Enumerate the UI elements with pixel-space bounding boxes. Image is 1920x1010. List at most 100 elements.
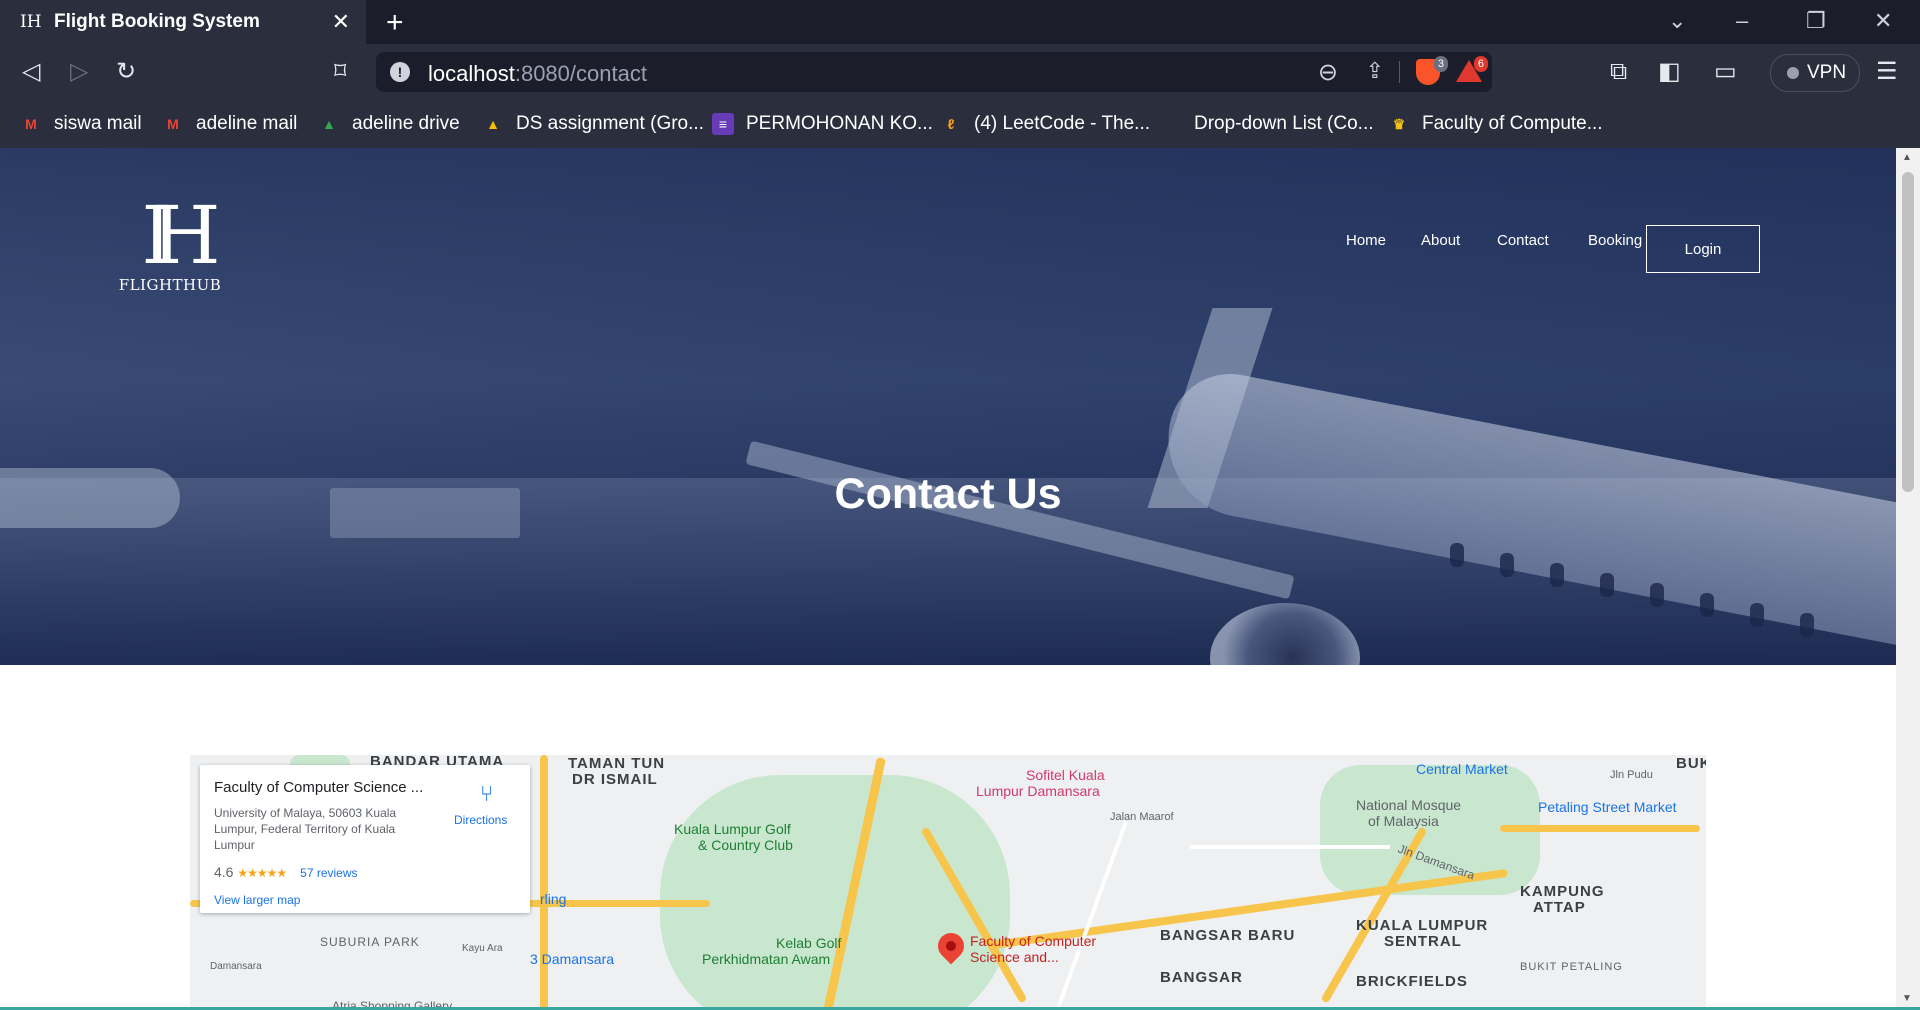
leetcode-icon: ℓ <box>947 116 955 132</box>
airplane-window <box>1550 563 1564 587</box>
logo-text: FLIGHTHUB <box>118 276 222 294</box>
map-label: BANGSAR BARU <box>1160 927 1296 944</box>
back-icon[interactable]: ◁ <box>22 56 40 88</box>
google-map-embed[interactable]: BANDAR UTAMA TAMAN TUN DR ISMAIL Kuala L… <box>190 755 1706 1010</box>
map-pin-label: Science and... <box>970 949 1059 965</box>
url-text[interactable]: localhost:8080/contact <box>428 61 647 87</box>
flighthub-favicon-icon: IH <box>20 12 42 32</box>
site-logo[interactable]: IH FLIGHTHUB <box>118 189 222 295</box>
bookmark-label: Drop-down List (Co... <box>1194 113 1374 134</box>
bookmarks-bar: M siswa mail M adeline mail ▲ adeline dr… <box>0 100 1920 148</box>
page-title: Contact Us <box>834 470 1062 518</box>
tab-strip: IH Flight Booking System ✕ + ⌄ – ❐ ✕ <box>0 0 1920 44</box>
map-place-card: Faculty of Computer Science ... Universi… <box>200 765 530 913</box>
vpn-label: VPN <box>1807 62 1847 83</box>
window-close-icon[interactable]: ✕ <box>1874 8 1892 34</box>
map-label: SENTRAL <box>1384 933 1462 950</box>
site-info-icon[interactable]: ! <box>390 62 410 82</box>
map-label: Petaling Street Market <box>1538 799 1677 815</box>
map-label: BRICKFIELDS <box>1356 973 1468 990</box>
bookmark-leetcode[interactable]: ℓ (4) LeetCode - The... <box>940 108 1150 140</box>
airplane-window <box>1800 613 1814 637</box>
map-road <box>1500 825 1700 832</box>
bookmark-faculty[interactable]: ♛ Faculty of Compute... <box>1388 108 1603 140</box>
nav-booking[interactable]: Booking <box>1588 232 1642 249</box>
bookmark-adeline-drive[interactable]: ▲ adeline drive <box>318 108 460 140</box>
airplane-window <box>1450 543 1464 567</box>
nav-about[interactable]: About <box>1421 232 1460 249</box>
bookmark-icon[interactable]: ⌑ <box>334 56 346 88</box>
login-button[interactable]: Login <box>1646 225 1760 273</box>
reviews-link[interactable]: 57 reviews <box>300 866 357 880</box>
map-label: & Country Club <box>698 837 793 853</box>
zoom-icon[interactable]: ⊖ <box>1318 58 1338 87</box>
bookmark-siswa-mail[interactable]: M siswa mail <box>20 108 142 140</box>
map-label: KUALA LUMPUR <box>1356 917 1489 934</box>
airplane-window <box>1700 593 1714 617</box>
vpn-status-icon <box>1787 67 1799 79</box>
map-label: BANGSAR <box>1160 969 1243 986</box>
map-label: Jalan Maarof <box>1110 811 1174 823</box>
bookmark-label: adeline drive <box>352 113 460 134</box>
airplane-window <box>1650 583 1664 607</box>
nav-home[interactable]: Home <box>1346 232 1386 249</box>
extensions-icon[interactable]: ⧉ <box>1610 56 1627 88</box>
page-scrollbar[interactable]: ▲ ▼ <box>1896 148 1920 1010</box>
map-label: of Malaysia <box>1368 813 1439 829</box>
directions-link[interactable]: Directions <box>454 813 507 827</box>
bookmark-label: siswa mail <box>54 113 142 134</box>
map-label: Kayu Ara <box>462 943 503 954</box>
restore-icon[interactable]: ❐ <box>1806 8 1826 34</box>
map-label: Kuala Lumpur Golf <box>674 821 791 837</box>
map-label: Sofitel Kuala <box>1026 767 1105 783</box>
map-label: Kelab Golf <box>776 935 842 951</box>
bookmark-label: Faculty of Compute... <box>1422 113 1603 134</box>
forward-icon[interactable]: ▷ <box>70 56 88 88</box>
map-label: DR ISMAIL <box>572 771 658 788</box>
bookmark-ds-assignment[interactable]: ▲ DS assignment (Gro... <box>482 108 704 140</box>
tab-title: Flight Booking System <box>54 11 260 32</box>
map-label: rling <box>540 891 567 907</box>
bookmark-dropdown-list[interactable]: Drop-down List (Co... <box>1194 108 1374 140</box>
google-drive-icon: ▲ <box>486 116 500 132</box>
address-bar[interactable]: ! localhost:8080/contact ⊖ ⇪ 3 6 <box>376 52 1492 92</box>
map-label: BUKIT PETALING <box>1520 961 1623 973</box>
map-pin-label: Faculty of Computer <box>970 933 1097 949</box>
view-larger-map-link[interactable]: View larger map <box>214 893 300 907</box>
bookmark-label: adeline mail <box>196 113 298 134</box>
new-tab-icon[interactable]: + <box>386 6 404 40</box>
tab-active[interactable]: IH Flight Booking System ✕ <box>0 0 366 44</box>
flighthub-logo-mark: IH <box>141 189 220 282</box>
tab-search-chevron-icon[interactable]: ⌄ <box>1668 8 1686 34</box>
map-label: Perkhidmatan Awam <box>702 951 831 967</box>
scrollbar-thumb[interactable] <box>1902 172 1914 492</box>
map-label: Central Market <box>1416 761 1508 777</box>
reload-icon[interactable]: ↻ <box>116 56 136 88</box>
scroll-up-icon[interactable]: ▲ <box>1902 152 1912 163</box>
share-icon[interactable]: ⇪ <box>1366 58 1384 84</box>
bookmark-adeline-mail[interactable]: M adeline mail <box>162 108 297 140</box>
browser-toolbar: ◁ ▷ ↻ ⌑ ! localhost:8080/contact ⊖ ⇪ 3 6… <box>0 44 1920 100</box>
url-path: :8080/contact <box>514 61 647 86</box>
map-label: SUBURIA PARK <box>320 935 420 949</box>
nav-contact[interactable]: Contact <box>1497 232 1549 249</box>
bookmark-label: (4) LeetCode - The... <box>974 113 1151 134</box>
gmail-icon: M <box>167 116 179 132</box>
place-rating: 4.6 ★★★★★ 57 reviews <box>214 864 358 880</box>
google-drive-icon: ▲ <box>322 116 336 132</box>
rating-value: 4.6 <box>214 864 234 880</box>
wallet-icon[interactable]: ▭ <box>1714 56 1737 88</box>
vpn-button[interactable]: VPN <box>1770 54 1860 92</box>
shields-count-badge: 3 <box>1433 56 1448 72</box>
map-label: ATTAP <box>1533 899 1586 916</box>
sidebar-icon[interactable]: ◧ <box>1658 56 1681 88</box>
scroll-down-icon[interactable]: ▼ <box>1902 993 1912 1004</box>
menu-icon[interactable]: ☰ <box>1876 56 1898 88</box>
page-viewport: IH FLIGHTHUB Home About Contact Booking … <box>0 148 1896 1010</box>
rewards-count-badge: 6 <box>1473 56 1488 72</box>
airplane-window <box>1750 603 1764 627</box>
tab-close-icon[interactable]: ✕ <box>332 9 350 35</box>
directions-icon[interactable]: ⑂ <box>480 783 502 805</box>
bookmark-permohonan[interactable]: ≡ PERMOHONAN KO... <box>712 108 933 140</box>
minimize-icon[interactable]: – <box>1736 8 1748 34</box>
